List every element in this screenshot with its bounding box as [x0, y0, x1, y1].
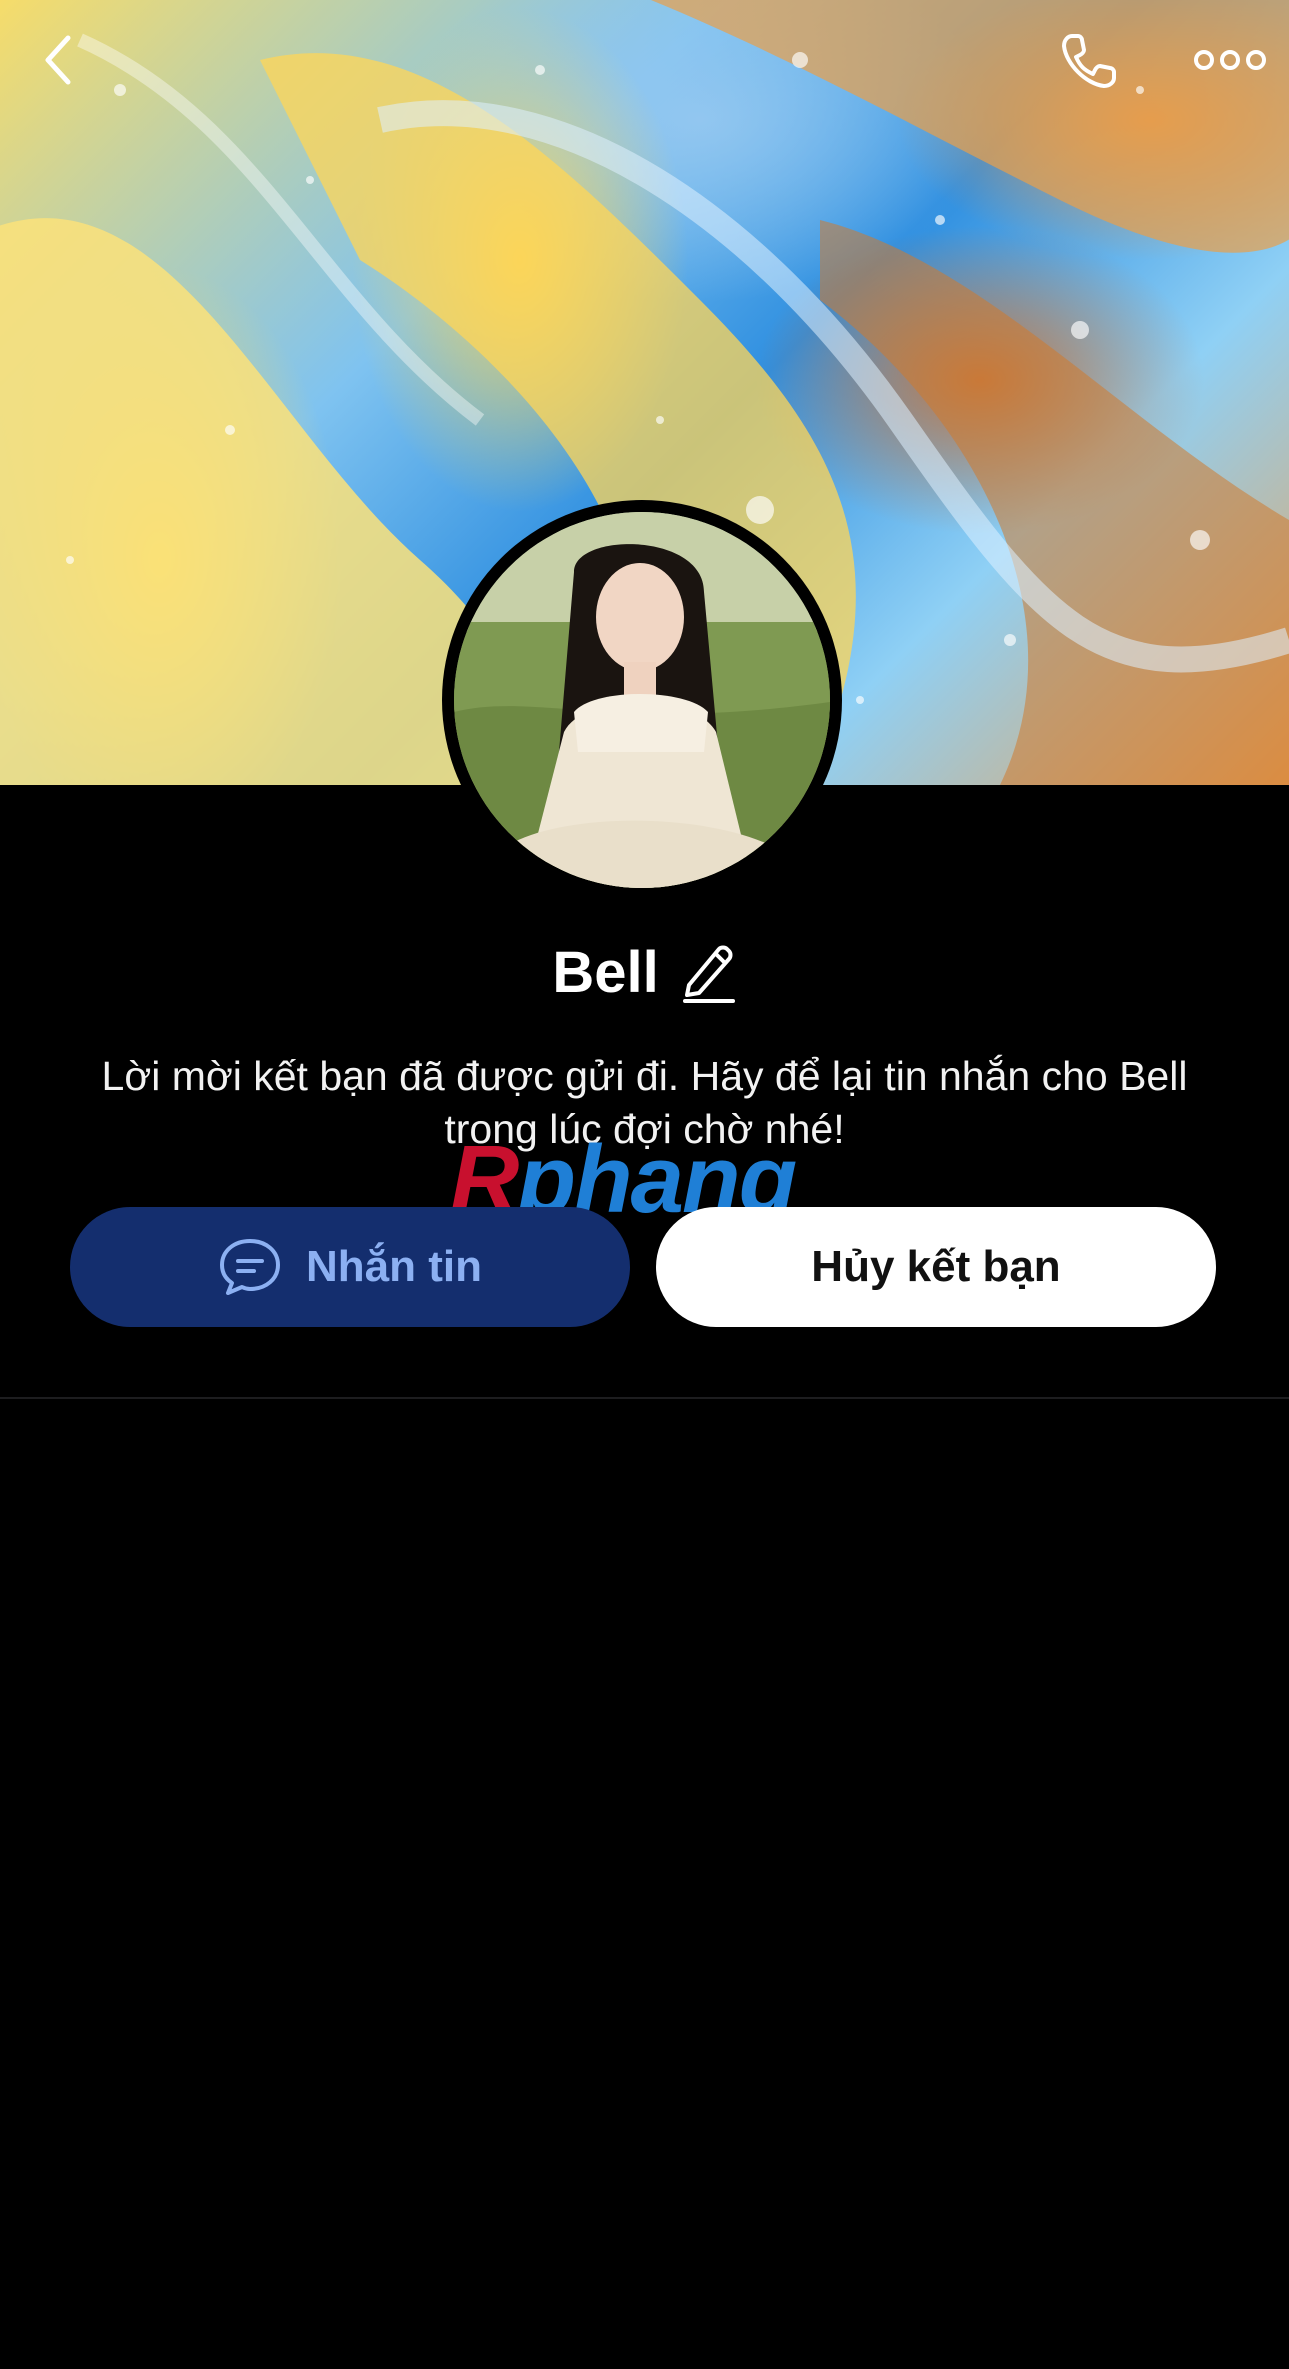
- profile-avatar[interactable]: [442, 500, 842, 900]
- profile-name-row: Bell: [0, 932, 1289, 1012]
- avatar-illustration: [454, 512, 830, 888]
- pencil-icon[interactable]: [681, 941, 737, 1003]
- chat-bubble-icon: [220, 1239, 280, 1295]
- more-options-button[interactable]: [1186, 24, 1274, 96]
- profile-name: Bell: [552, 939, 659, 1005]
- back-button[interactable]: [22, 24, 94, 96]
- call-button[interactable]: [1054, 24, 1126, 96]
- phone-icon: [1062, 34, 1116, 88]
- section-divider: [0, 1397, 1289, 1399]
- chevron-left-icon: [45, 35, 71, 85]
- message-button-label: Nhắn tin: [306, 1242, 482, 1291]
- unfriend-button-label: Hủy kết bạn: [811, 1242, 1061, 1291]
- avatar-photo: [454, 512, 830, 888]
- message-button[interactable]: Nhắn tin: [70, 1207, 630, 1327]
- more-dots-icon: [1194, 50, 1266, 70]
- unfriend-button[interactable]: Hủy kết bạn: [656, 1207, 1216, 1327]
